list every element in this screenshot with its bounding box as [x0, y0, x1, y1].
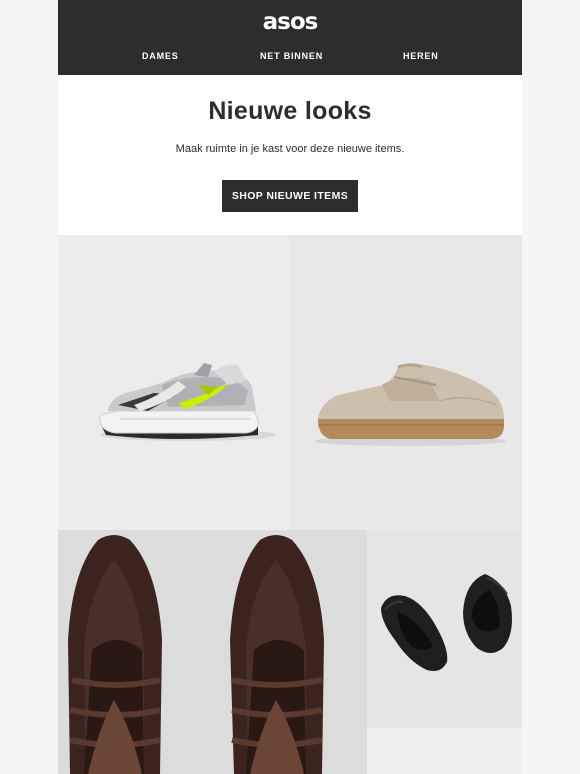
asos-logo[interactable]: asos [58, 9, 522, 35]
header-bar: asos DAMES NET BINNEN HEREN [58, 0, 522, 75]
product-image-woven-leather-shoes[interactable] [58, 530, 367, 774]
main-nav: DAMES NET BINNEN HEREN [58, 51, 522, 65]
woven-shoes-image [58, 530, 367, 774]
partial-product-image [367, 728, 522, 774]
hero-section: Nieuwe looks Maak ruimte in je kast voor… [58, 75, 522, 235]
product-image-partial[interactable] [367, 728, 522, 774]
hero-title: Nieuwe looks [208, 97, 372, 125]
email-container: asos DAMES NET BINNEN HEREN Nieuwe looks… [58, 0, 522, 774]
nav-link-net-binnen[interactable]: NET BINNEN [260, 51, 323, 61]
product-image-suede-mule[interactable] [290, 235, 522, 530]
nav-link-dames[interactable]: DAMES [142, 51, 179, 61]
nav-link-heren[interactable]: HEREN [403, 51, 439, 61]
hero-subtitle: Maak ruimte in je kast voor deze nieuwe … [175, 143, 405, 155]
sneaker-image [58, 235, 290, 530]
suede-mule-image [290, 235, 522, 530]
shop-new-items-button[interactable]: SHOP NIEUWE ITEMS [222, 180, 358, 212]
product-image-black-mule[interactable] [367, 530, 522, 728]
black-mule-image [367, 530, 522, 728]
product-image-sneaker[interactable] [58, 235, 290, 530]
